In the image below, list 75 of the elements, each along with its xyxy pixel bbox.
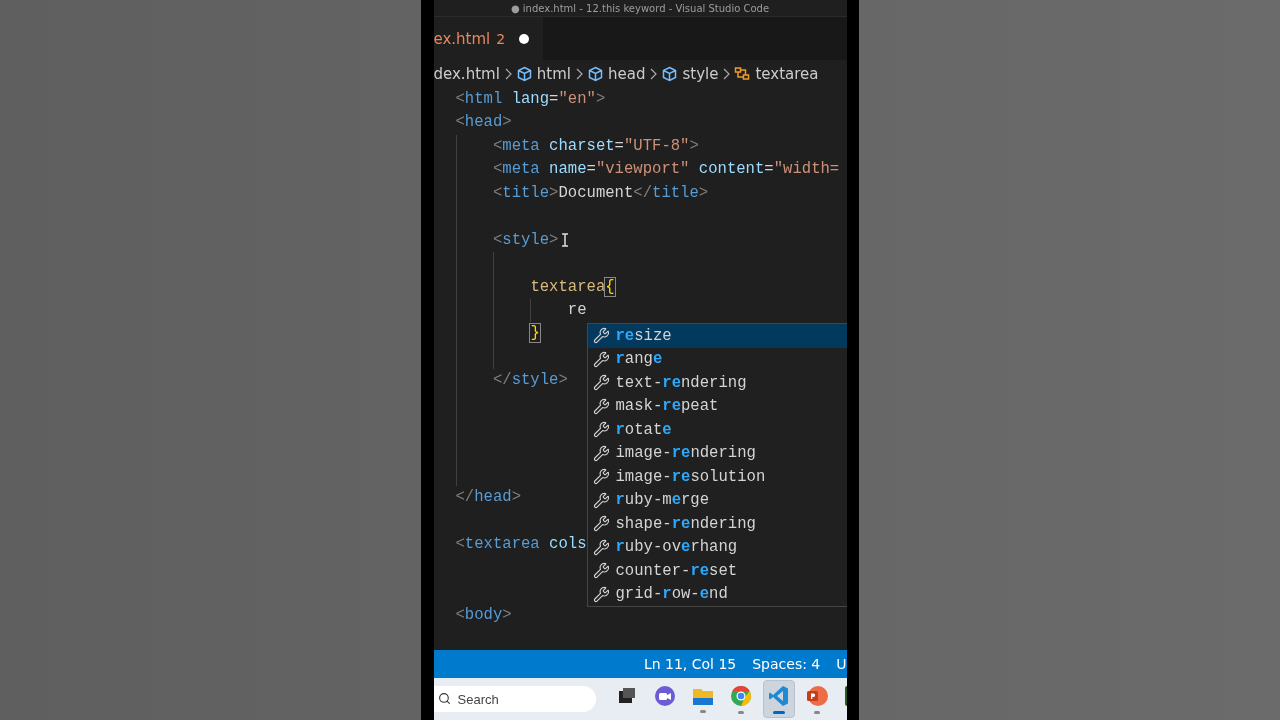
wrench-icon xyxy=(592,468,610,486)
window-title: ● index.html - 12.this keyword - Visual Studio Code xyxy=(510,2,770,14)
chevron-icon xyxy=(503,68,512,80)
wrench-icon xyxy=(592,515,610,533)
cube-icon xyxy=(661,66,679,82)
code-line: <style> xyxy=(491,229,559,251)
suggestion-item[interactable]: rotate xyxy=(587,418,847,442)
cube-icon xyxy=(515,66,533,82)
code-line: <head> xyxy=(455,112,512,134)
code-line: </style> xyxy=(491,370,568,392)
windows-icon[interactable] xyxy=(616,686,637,705)
status-item[interactable]: U xyxy=(836,656,847,672)
code-line: re xyxy=(566,299,587,321)
suggestion-item[interactable]: resize xyxy=(587,324,847,348)
suggestion-label: ruby-merge xyxy=(615,491,710,510)
cube-icon xyxy=(587,66,604,82)
code-line: <meta charset="UTF-8"> xyxy=(491,135,699,157)
suggestion-label: text-rendering xyxy=(615,373,747,392)
suggestion-label: shape-rendering xyxy=(615,514,756,533)
suggestion-item[interactable]: grid-row-end xyxy=(587,582,847,606)
search-icon xyxy=(437,692,451,705)
suggestion-label: image-rendering xyxy=(615,444,756,463)
breadcrumb-item[interactable]: textarea xyxy=(734,65,819,83)
video-chat-icon[interactable] xyxy=(653,684,676,707)
suggestion-label: resize xyxy=(615,326,672,345)
suggestion-item[interactable]: text-rendering xyxy=(587,371,847,395)
code-line: <html lang="en"> xyxy=(455,89,606,110)
tab-label: ex.html xyxy=(433,30,491,48)
browser-icon[interactable] xyxy=(729,684,752,707)
suggestion-label: mask-repeat xyxy=(615,397,719,416)
selector-icon xyxy=(734,66,752,82)
code-line: <title>Document</title> xyxy=(491,182,709,204)
chevron-icon xyxy=(722,68,731,80)
code-line: <body> xyxy=(455,604,512,626)
wrench-icon xyxy=(592,538,610,556)
status-item[interactable]: Ln 11, Col 15 xyxy=(643,656,737,672)
suggestion-item[interactable]: image-resolution xyxy=(587,465,847,489)
breadcrumb-item[interactable]: style xyxy=(661,65,719,83)
wrench-icon xyxy=(592,350,610,368)
breadcrumb-item[interactable]: dex.html xyxy=(433,65,500,83)
presentation-icon[interactable] xyxy=(805,684,828,707)
code-line: </head> xyxy=(455,487,521,509)
wrench-icon xyxy=(592,374,610,392)
code-line: textarea{ xyxy=(529,276,615,298)
wrench-icon xyxy=(592,421,610,439)
suggestion-item[interactable]: mask-repeat xyxy=(587,394,847,418)
code-line: <textarea cols xyxy=(455,534,587,556)
code-line: } xyxy=(529,323,540,345)
problem-count: 2 xyxy=(496,31,506,47)
suggestion-label: grid-row-end xyxy=(615,585,728,604)
suggestion-label: rotate xyxy=(615,420,672,439)
wrench-icon xyxy=(592,562,610,580)
search-field[interactable]: Search xyxy=(433,686,596,712)
wrench-icon xyxy=(592,397,610,415)
wrench-icon xyxy=(592,444,610,462)
chevron-icon xyxy=(649,68,658,80)
breadcrumb-item[interactable]: html xyxy=(515,65,571,83)
suggestion-item[interactable]: ruby-overhang xyxy=(587,535,847,559)
code-line: <meta name="viewport" content="width= xyxy=(491,159,840,181)
wrench-icon xyxy=(592,327,610,345)
suggestion-item[interactable]: counter-reset xyxy=(587,559,847,583)
suggestion-label: ruby-overhang xyxy=(615,538,738,557)
suggestion-label: range xyxy=(615,350,663,369)
suggestion-label: counter-reset xyxy=(615,561,738,580)
wrench-icon xyxy=(592,491,610,509)
status-item[interactable]: Spaces: 4 xyxy=(752,656,821,672)
breadcrumb-item[interactable]: head xyxy=(587,65,646,83)
suggestion-item[interactable]: shape-rendering xyxy=(587,512,847,536)
wrench-icon xyxy=(592,585,610,603)
suggestion-label: image-resolution xyxy=(615,467,766,486)
suggestion-item[interactable]: ruby-merge xyxy=(587,488,847,512)
chevron-icon xyxy=(575,68,583,80)
suggestion-item[interactable]: range xyxy=(587,347,847,371)
editor-tab[interactable]: ex.html 2 xyxy=(433,17,544,60)
suggestion-item[interactable]: image-rendering xyxy=(587,441,847,465)
